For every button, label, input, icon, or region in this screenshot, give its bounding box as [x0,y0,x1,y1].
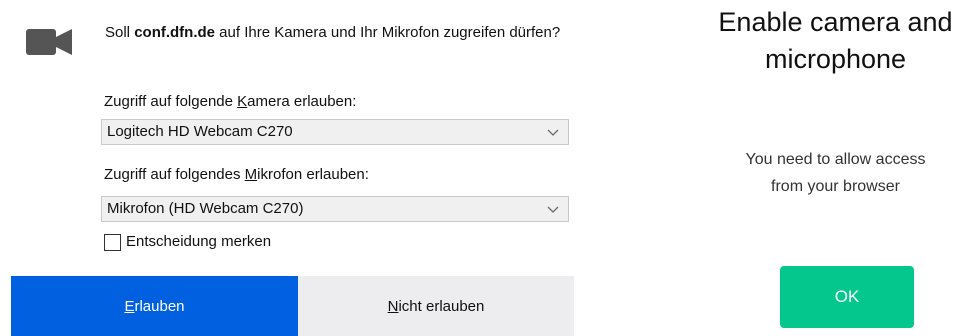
prompt-host: conf.dfn.de [134,24,216,41]
microphone-select[interactable]: Mikrofon (HD Webcam C270) [101,196,569,222]
mic-selected-value: Mikrofon (HD Webcam C270) [107,200,304,217]
chevron-down-icon [547,129,559,136]
remember-checkbox[interactable] [104,233,121,251]
ok-label: OK [834,287,860,306]
allow-mnemonic: E [124,297,135,315]
allow-button[interactable]: Erlauben [11,276,298,336]
deny-label: icht erlauben [398,297,485,315]
deny-button[interactable]: Nicht erlauben [298,276,574,336]
screen: Soll conf.dfn.de auf Ihre Kamera und Ihr… [0,0,971,336]
info-message: You need to allow access from your brows… [700,146,971,200]
prompt-text-start: Soll [105,24,135,41]
info-title-line-1: Enable camera and [718,7,953,37]
camera-label-end: amera erlauben: [247,93,357,110]
ok-button[interactable]: OK [780,266,914,328]
permission-prompt: Soll conf.dfn.de auf Ihre Kamera und Ihr… [105,22,575,43]
mic-label-start: Zugriff auf folgendes [104,166,245,183]
deny-mnemonic: N [387,297,399,315]
camera-icon [26,29,72,55]
prompt-text-end: auf Ihre Kamera und Ihr Mikrofon zugreif… [215,24,561,41]
info-title: Enable camera and microphone [700,4,971,78]
info-message-line-2: from your browser [771,178,900,195]
info-title-line-2: microphone [764,44,907,74]
allow-label: rlauben [134,297,185,315]
info-card: Enable camera and microphone You need to… [700,0,971,336]
permission-dialog: Soll conf.dfn.de auf Ihre Kamera und Ihr… [0,0,600,336]
mic-label-end: ikrofon erlauben: [257,166,369,183]
camera-label-mnemonic: K [237,93,248,110]
mic-label-mnemonic: M [244,166,258,183]
chevron-down-icon [547,206,559,213]
camera-select-label: Zugriff auf folgende Kamera erlauben: [104,92,356,112]
camera-select[interactable]: Logitech HD Webcam C270 [101,119,569,145]
remember-label[interactable]: Entscheidung merken [126,232,271,252]
camera-label-start: Zugriff auf folgende [104,93,238,110]
camera-selected-value: Logitech HD Webcam C270 [107,123,293,140]
mic-select-label: Zugriff auf folgendes Mikrofon erlauben: [104,165,369,185]
remember-decision[interactable]: Entscheidung merken [104,231,271,253]
info-message-line-1: You need to allow access [745,151,926,168]
